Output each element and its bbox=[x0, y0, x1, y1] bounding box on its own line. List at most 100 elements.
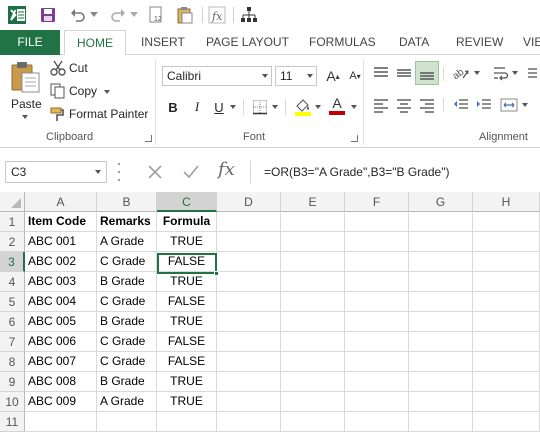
cell-c7[interactable]: FALSE bbox=[157, 332, 217, 352]
align-center-icon[interactable] bbox=[393, 95, 415, 115]
cell-f5[interactable] bbox=[345, 292, 409, 312]
tab-home[interactable]: HOME bbox=[64, 30, 126, 56]
worksheet-grid[interactable]: A B C D E F G H 1 Item Code Remarks Formula… bbox=[0, 192, 540, 438]
row-header[interactable]: 10 bbox=[0, 392, 25, 412]
cancel-icon[interactable] bbox=[146, 163, 164, 181]
underline-dropdown-icon[interactable] bbox=[230, 105, 236, 109]
cell-f6[interactable] bbox=[345, 312, 409, 332]
cell-f2[interactable] bbox=[345, 232, 409, 252]
cell-h3[interactable] bbox=[473, 252, 540, 272]
cell-f1[interactable] bbox=[345, 212, 409, 232]
cell-e3[interactable] bbox=[281, 252, 345, 272]
cell-h9[interactable] bbox=[473, 372, 540, 392]
column-header-d[interactable]: D bbox=[217, 192, 281, 212]
cell-d8[interactable] bbox=[217, 352, 281, 372]
cell-c11[interactable] bbox=[157, 412, 217, 432]
cell-e7[interactable] bbox=[281, 332, 345, 352]
cell-d1[interactable] bbox=[217, 212, 281, 232]
bold-button[interactable]: B bbox=[162, 97, 184, 117]
cell-c10[interactable]: TRUE bbox=[157, 392, 217, 412]
cell-h11[interactable] bbox=[473, 412, 540, 432]
clipboard-dialog-launcher-icon[interactable] bbox=[145, 135, 152, 142]
cell-b11[interactable] bbox=[97, 412, 157, 432]
format-painter-button[interactable]: Format Painter bbox=[69, 107, 148, 121]
cell-g8[interactable] bbox=[409, 352, 473, 372]
align-left-icon[interactable] bbox=[370, 95, 392, 115]
italic-button[interactable]: I bbox=[186, 97, 208, 117]
cell-c2[interactable]: TRUE bbox=[157, 232, 217, 252]
font-name-select[interactable]: Calibri bbox=[162, 66, 272, 86]
cell-a10[interactable]: ABC 009 bbox=[25, 392, 97, 412]
font-dialog-launcher-icon[interactable] bbox=[351, 135, 358, 142]
column-header-b[interactable]: B bbox=[97, 192, 157, 212]
tab-formulas[interactable]: FORMULAS bbox=[309, 30, 376, 55]
cell-a11[interactable] bbox=[25, 412, 97, 432]
merge-dropdown-icon[interactable] bbox=[522, 103, 528, 107]
font-color-button[interactable]: A bbox=[326, 95, 348, 115]
cell-b4[interactable]: B Grade bbox=[97, 272, 157, 292]
cell-b7[interactable]: C Grade bbox=[97, 332, 157, 352]
align-top-icon[interactable] bbox=[370, 63, 392, 83]
column-header-e[interactable]: E bbox=[281, 192, 345, 212]
copy-icon[interactable] bbox=[50, 83, 66, 99]
cell-e4[interactable] bbox=[281, 272, 345, 292]
cell-g3[interactable] bbox=[409, 252, 473, 272]
cell-h4[interactable] bbox=[473, 272, 540, 292]
cell-f3[interactable] bbox=[345, 252, 409, 272]
cell-b3[interactable]: C Grade bbox=[97, 252, 157, 272]
column-header-h[interactable]: H bbox=[473, 192, 540, 212]
cell-c4[interactable]: TRUE bbox=[157, 272, 217, 292]
tab-data[interactable]: DATA bbox=[399, 30, 429, 55]
row-header[interactable]: 5 bbox=[0, 292, 25, 312]
cell-c8[interactable]: FALSE bbox=[157, 352, 217, 372]
wrap-text-icon[interactable] bbox=[490, 63, 512, 83]
redo-icon[interactable] bbox=[108, 5, 128, 25]
row-header[interactable]: 9 bbox=[0, 372, 25, 392]
row-header[interactable]: 6 bbox=[0, 312, 25, 332]
cut-icon[interactable] bbox=[50, 60, 66, 76]
row-header[interactable]: 1 bbox=[0, 212, 25, 232]
paste-button-label[interactable]: Paste bbox=[11, 97, 42, 111]
tab-review[interactable]: REVIEW bbox=[456, 30, 503, 55]
fill-color-dropdown-icon[interactable] bbox=[315, 105, 321, 109]
cell-h8[interactable] bbox=[473, 352, 540, 372]
cell-e10[interactable] bbox=[281, 392, 345, 412]
cell-d6[interactable] bbox=[217, 312, 281, 332]
cell-f4[interactable] bbox=[345, 272, 409, 292]
enter-icon[interactable] bbox=[182, 163, 200, 181]
cell-a9[interactable]: ABC 008 bbox=[25, 372, 97, 392]
cell-g7[interactable] bbox=[409, 332, 473, 352]
cell-d2[interactable] bbox=[217, 232, 281, 252]
cell-a1[interactable]: Item Code bbox=[25, 212, 97, 232]
orientation-icon[interactable]: ab bbox=[450, 63, 472, 83]
tab-page-layout[interactable]: PAGE LAYOUT bbox=[206, 30, 289, 55]
row-header[interactable]: 8 bbox=[0, 352, 25, 372]
cell-c9[interactable]: TRUE bbox=[157, 372, 217, 392]
save-icon[interactable] bbox=[38, 5, 58, 25]
name-box[interactable]: C3 bbox=[5, 161, 107, 183]
cell-h5[interactable] bbox=[473, 292, 540, 312]
borders-dropdown-icon[interactable] bbox=[272, 105, 278, 109]
font-size-select[interactable]: 11 bbox=[275, 66, 317, 86]
cell-c6[interactable]: TRUE bbox=[157, 312, 217, 332]
row-header[interactable]: 2 bbox=[0, 232, 25, 252]
cell-g2[interactable] bbox=[409, 232, 473, 252]
cell-a5[interactable]: ABC 004 bbox=[25, 292, 97, 312]
cell-e11[interactable] bbox=[281, 412, 345, 432]
cell-d5[interactable] bbox=[217, 292, 281, 312]
cell-f11[interactable] bbox=[345, 412, 409, 432]
cell-e8[interactable] bbox=[281, 352, 345, 372]
cell-a6[interactable]: ABC 005 bbox=[25, 312, 97, 332]
paste-icon[interactable] bbox=[10, 61, 42, 93]
excel-logo-icon[interactable] bbox=[6, 5, 28, 25]
cell-h6[interactable] bbox=[473, 312, 540, 332]
cell-e2[interactable] bbox=[281, 232, 345, 252]
undo-icon[interactable] bbox=[68, 5, 88, 25]
insert-function-icon[interactable]: fx bbox=[206, 5, 228, 25]
cell-d10[interactable] bbox=[217, 392, 281, 412]
cell-b5[interactable]: C Grade bbox=[97, 292, 157, 312]
column-header-a[interactable]: A bbox=[25, 192, 97, 212]
copy-button[interactable]: Copy bbox=[69, 84, 97, 98]
tab-file[interactable]: FILE bbox=[0, 30, 60, 55]
align-bottom-button[interactable] bbox=[415, 61, 439, 85]
